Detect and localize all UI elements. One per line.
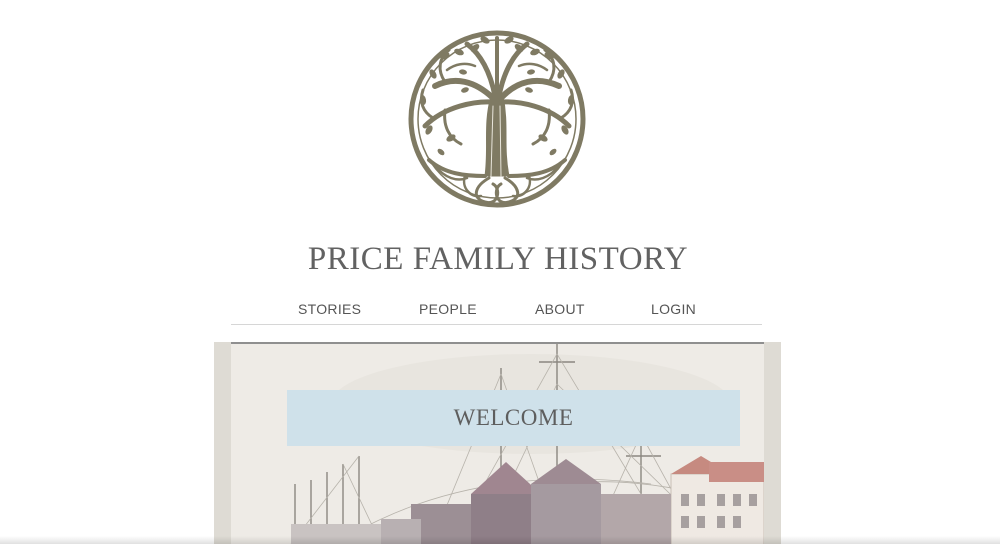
scroll-shadow — [0, 536, 1000, 544]
main-nav: STORIES PEOPLE ABOUT LOGIN — [231, 296, 762, 325]
nav-item-people[interactable]: PEOPLE — [419, 301, 477, 317]
nav-item-login[interactable]: LOGIN — [651, 301, 696, 317]
harbor-painting-image: WELCOME — [231, 342, 764, 544]
welcome-button[interactable]: WELCOME — [287, 390, 740, 446]
tree-of-life-icon[interactable] — [405, 26, 589, 212]
nav-item-stories[interactable]: STORIES — [298, 301, 361, 317]
nav-item-about[interactable]: ABOUT — [535, 301, 585, 317]
page: PRICE FAMILY HISTORY STORIES PEOPLE ABOU… — [0, 0, 1000, 544]
site-title[interactable]: PRICE FAMILY HISTORY — [0, 240, 996, 278]
hero-banner: WELCOME — [214, 342, 781, 544]
